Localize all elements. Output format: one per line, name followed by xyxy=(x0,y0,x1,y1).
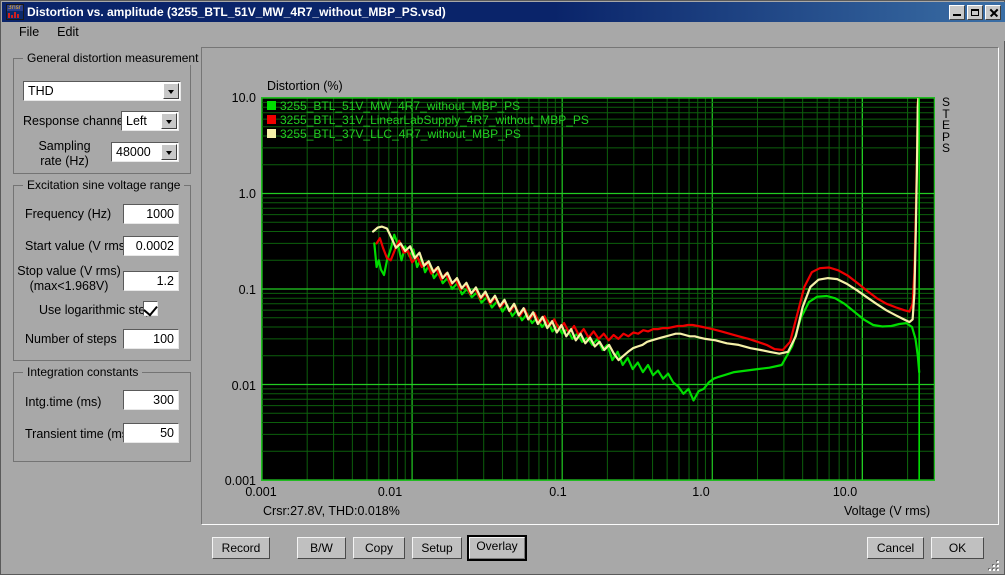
steps-axis-label: S T E P S xyxy=(939,96,953,155)
y-tick-0: 10.0 xyxy=(231,91,256,105)
menu-item-file[interactable]: File xyxy=(10,24,48,40)
window-controls xyxy=(949,4,1003,20)
frequency-label: Frequency (Hz) xyxy=(25,207,112,221)
x-axis-title: Voltage (V rms) xyxy=(844,504,931,518)
log-steps-checkbox[interactable] xyxy=(143,301,158,317)
transient-time-input[interactable]: 50 xyxy=(123,423,179,443)
y-tick-2: 0.1 xyxy=(238,283,256,297)
legend-swatch-red xyxy=(267,115,276,124)
response-channel-combo[interactable]: Left xyxy=(121,111,179,131)
x-tick-3: 1.0 xyxy=(692,485,710,499)
chart-legend: 3255_BTL_51V_MW_4R7_without_MBP_PS 3255_… xyxy=(267,99,589,141)
window-title: Distortion vs. amplitude (3255_BTL_51V_M… xyxy=(27,5,446,19)
x-tick-1: 0.01 xyxy=(377,485,403,499)
stop-value-label-line2: (max<1.968V) xyxy=(29,279,109,293)
number-of-steps-input[interactable]: 100 xyxy=(123,329,179,349)
cancel-button[interactable]: Cancel xyxy=(867,537,924,559)
menu-item-edit[interactable]: Edit xyxy=(48,24,88,40)
legend-item-0: 3255_BTL_51V_MW_4R7_without_MBP_PS xyxy=(267,98,589,113)
copy-button[interactable]: Copy xyxy=(353,537,405,559)
y-tick-1: 1.0 xyxy=(238,187,256,201)
sampling-rate-label-line2: rate (Hz) xyxy=(40,154,89,168)
resize-grip[interactable] xyxy=(987,558,1001,572)
steps-letter-4: S xyxy=(941,141,950,155)
menu-bar: File Edit xyxy=(2,22,1005,41)
ok-button[interactable]: OK xyxy=(931,537,984,559)
frequency-input[interactable]: 1000 xyxy=(123,204,179,224)
group-general-title: General distortion measurement xyxy=(23,51,203,65)
x-tick-4: 10.0 xyxy=(832,485,858,499)
response-channel-label: Response channel xyxy=(23,114,127,128)
sampling-rate-label-line1: Sampling xyxy=(38,139,91,153)
overlay-button-label: Overlay xyxy=(476,539,518,553)
chevron-down-icon[interactable] xyxy=(161,144,177,160)
check-icon xyxy=(143,301,158,317)
application-window: 3nsr Distortion vs. amplitude (3255_BTL_… xyxy=(0,0,1005,575)
integration-time-label: Intg.time (ms) xyxy=(25,395,102,409)
record-button[interactable]: Record xyxy=(212,537,270,559)
group-integration-title: Integration constants xyxy=(23,365,143,379)
x-tick-2: 0.1 xyxy=(549,485,567,499)
title-bar: 3nsr Distortion vs. amplitude (3255_BTL_… xyxy=(2,2,1005,22)
sampling-rate-value: 48000 xyxy=(116,145,151,159)
legend-label-2: 3255_BTL_37V_LLC_4R7_without_MBP_PS xyxy=(280,126,521,141)
legend-swatch-yellow xyxy=(267,129,276,138)
stop-value-input[interactable]: 1.2 xyxy=(123,271,179,291)
minimize-button[interactable] xyxy=(949,4,965,20)
x-tick-0: 0.001 xyxy=(245,485,277,499)
legend-label-0: 3255_BTL_51V_MW_4R7_without_MBP_PS xyxy=(280,98,521,113)
response-channel-value: Left xyxy=(126,114,147,128)
measurement-type-value: THD xyxy=(28,84,54,98)
y-axis-title: Distortion (%) xyxy=(267,79,343,93)
chevron-down-icon[interactable] xyxy=(161,113,177,129)
stop-value-label-line1: Stop value (V rms) xyxy=(17,264,121,278)
setup-button[interactable]: Setup xyxy=(412,537,462,559)
start-value-input[interactable]: 0.0002 xyxy=(123,236,179,256)
close-button[interactable] xyxy=(985,4,1001,20)
integration-time-input[interactable]: 300 xyxy=(123,390,179,410)
app-icon: 3nsr xyxy=(6,4,24,20)
cursor-readout: Crsr:27.8V, THD:0.018% xyxy=(263,504,400,518)
y-tick-3: 0.01 xyxy=(231,379,256,393)
bw-button[interactable]: B/W xyxy=(297,537,346,559)
number-of-steps-label: Number of steps xyxy=(25,332,117,346)
maximize-button[interactable] xyxy=(967,4,983,20)
legend-item-2: 3255_BTL_37V_LLC_4R7_without_MBP_PS xyxy=(267,126,589,141)
legend-item-1: 3255_BTL_31V_LinearLabSupply_4R7_without… xyxy=(267,112,589,127)
transient-time-label: Transient time (ms) xyxy=(25,427,133,441)
overlay-button[interactable]: Overlay xyxy=(467,535,527,561)
plot-canvas xyxy=(262,98,934,480)
group-excitation-title: Excitation sine voltage range xyxy=(23,178,185,192)
log-steps-label: Use logarithmic steps xyxy=(39,303,159,317)
legend-label-1: 3255_BTL_31V_LinearLabSupply_4R7_without… xyxy=(280,112,589,127)
chevron-down-icon[interactable] xyxy=(163,83,179,99)
sampling-rate-combo[interactable]: 48000 xyxy=(111,142,179,162)
group-integration: Integration constants xyxy=(13,365,191,462)
measurement-type-combo[interactable]: THD xyxy=(23,81,181,101)
distortion-plot[interactable] xyxy=(261,97,935,481)
legend-swatch-green xyxy=(267,101,276,110)
start-value-label: Start value (V rms) xyxy=(25,239,130,253)
